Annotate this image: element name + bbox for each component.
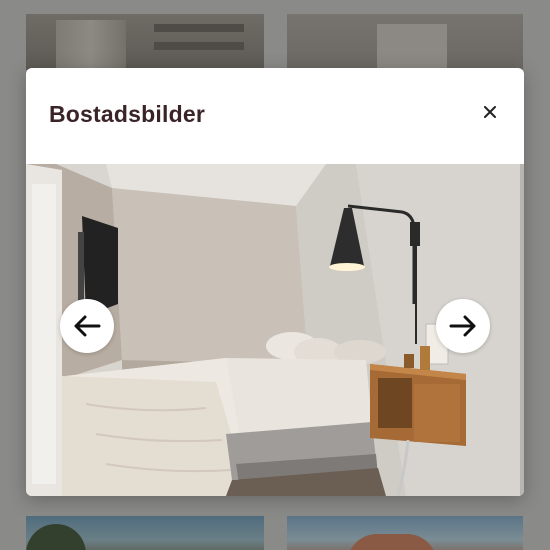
next-image-button[interactable] [436,299,490,353]
image-modal: Bostadsbilder [26,68,524,496]
gallery-thumbnail[interactable] [26,14,264,70]
bedroom-photo [26,164,524,496]
previous-image-button[interactable] [60,299,114,353]
close-icon [484,106,496,118]
modal-title: Bostadsbilder [49,101,205,127]
gallery-thumbnail[interactable] [287,516,523,550]
modal-header: Bostadsbilder [26,68,524,164]
gallery-thumbnail[interactable] [26,516,264,550]
arrow-left-icon [74,315,101,337]
close-button[interactable] [476,98,504,126]
gallery-thumbnail[interactable] [287,14,523,70]
arrow-right-icon [449,315,476,337]
